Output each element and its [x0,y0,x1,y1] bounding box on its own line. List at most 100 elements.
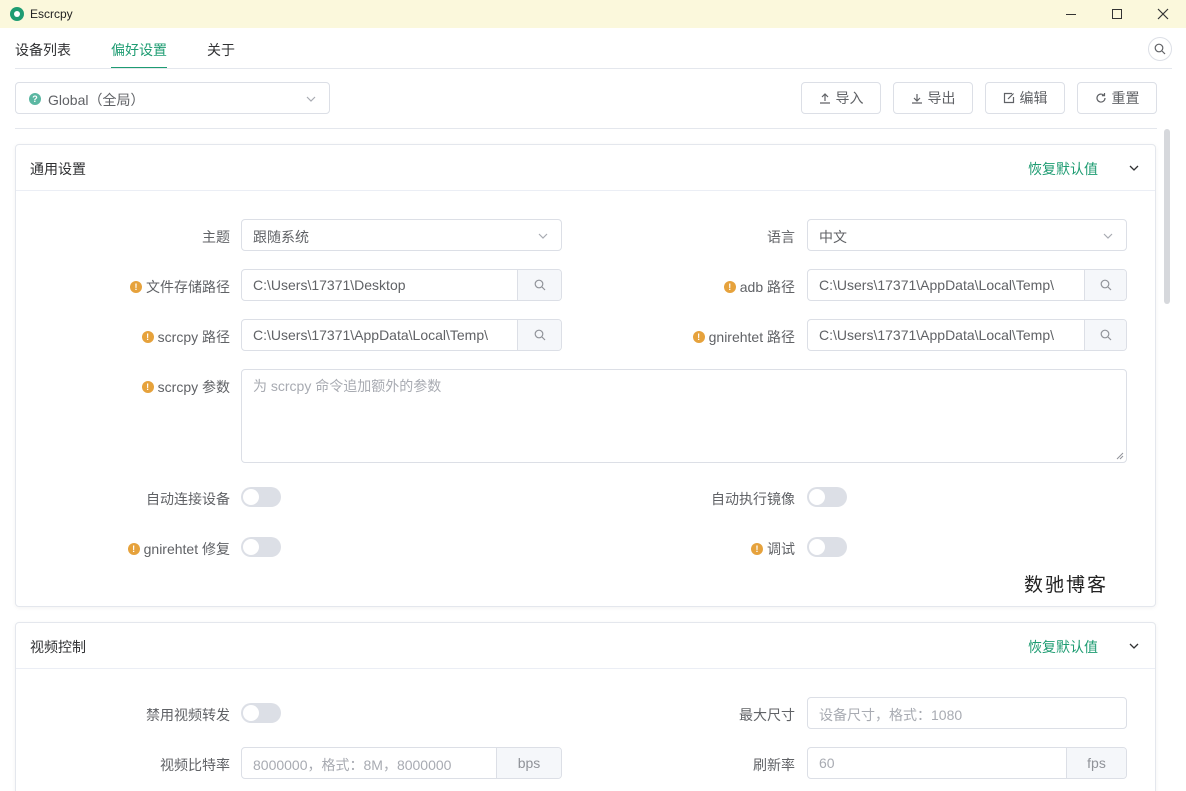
info-icon[interactable]: ! [141,331,154,343]
tabs-divider [15,68,1172,69]
max-size-input[interactable]: 设备尺寸，格式：1080 [807,697,1127,729]
gnirehtet-path-value: C:\Users\17371\AppData\Local\Temp\ [819,327,1055,343]
upload-icon [819,93,830,104]
browse-adb-path-button[interactable] [1084,270,1126,300]
chevron-down-icon[interactable] [1128,640,1140,652]
export-button-label: 导出 [927,90,956,106]
gnirehtet-path-label-text: gnirehtet 路径 [708,329,795,345]
close-icon [1157,8,1169,20]
scope-select-value: Global（全局） [48,92,145,108]
video-control-card: 视频控制 恢复默认值 禁用视频转发 最大尺寸 设备尺寸，格式：1080 视频比特… [15,622,1156,791]
scrcpy-path-value: C:\Users\17371\AppData\Local\Temp\ [253,327,489,343]
toolbar-divider [15,128,1157,129]
theme-select[interactable]: 跟随系统 [241,219,562,251]
auto-mirror-label-text: 自动执行镜像 [711,491,795,507]
search-icon [1154,43,1166,55]
auto-connect-label-text: 自动连接设备 [146,491,230,507]
reset-button[interactable]: 重置 [1077,82,1157,114]
scrcpy-path-input[interactable]: C:\Users\17371\AppData\Local\Temp\ [241,319,562,351]
info-icon[interactable]: ! [127,543,140,555]
bitrate-placeholder: 8000000，格式：8M，8000000 [253,757,452,773]
tab-device-list[interactable]: 设备列表 [15,40,71,60]
search-icon [1100,329,1111,341]
auto-connect-switch[interactable] [241,487,281,507]
disable-video-label: 禁用视频转发 [16,705,230,725]
scrcpy-args-textarea[interactable]: 为 scrcpy 命令追加额外的参数 [241,369,1127,463]
card-title: 视频控制 [30,639,86,655]
search-icon [534,279,545,291]
card-title: 通用设置 [30,161,86,177]
auto-connect-label: 自动连接设备 [16,489,230,509]
maximize-button[interactable] [1094,0,1140,28]
scrcpy-path-label: ! scrcpy 路径 [16,327,230,347]
app-logo-icon [10,7,24,21]
language-select-value: 中文 [819,229,847,245]
info-icon[interactable]: ! [130,281,142,293]
scrcpy-args-label: ! scrcpy 参数 [16,377,230,397]
bitrate-input[interactable]: 8000000，格式：8M，8000000 bps [241,747,562,779]
info-icon[interactable]: ! [723,281,736,293]
chevron-down-icon [538,233,548,239]
gnirehtet-path-input[interactable]: C:\Users\17371\AppData\Local\Temp\ [807,319,1127,351]
browse-scrcpy-path-button[interactable] [517,320,561,350]
scrcpy-args-placeholder: 为 scrcpy 命令追加额外的参数 [253,378,442,394]
chevron-down-icon[interactable] [1128,162,1140,174]
info-icon[interactable]: ! [692,331,705,343]
theme-label: 主题 [16,227,230,247]
auto-mirror-switch[interactable] [807,487,847,507]
max-size-label: 最大尺寸 [596,705,795,725]
save-path-input[interactable]: C:\Users\17371\Desktop [241,269,562,301]
video-control-header[interactable]: 视频控制 恢复默认值 [16,623,1155,669]
tab-about[interactable]: 关于 [207,40,235,60]
help-icon: ? [29,93,41,105]
fps-label: 刷新率 [596,755,795,775]
adb-path-label-text: adb 路径 [739,279,795,295]
general-settings-card: 通用设置 恢复默认值 主题 跟随系统 语言 中文 ! 文件存储路径 C:\Use… [15,144,1156,607]
resize-handle-icon[interactable] [1116,452,1124,460]
general-settings-header[interactable]: 通用设置 恢复默认值 [16,145,1155,191]
browse-save-path-button[interactable] [517,270,561,300]
language-label-text: 语言 [767,229,795,245]
debug-label: ! 调试 [596,539,795,559]
download-icon [911,94,922,104]
fps-unit: fps [1066,748,1126,778]
language-select[interactable]: 中文 [807,219,1127,251]
adb-path-input[interactable]: C:\Users\17371\AppData\Local\Temp\ [807,269,1127,301]
debug-label-text: 调试 [767,541,795,557]
max-size-label-text: 最大尺寸 [739,707,795,723]
save-path-label-text: 文件存储路径 [146,279,230,295]
browse-gnirehtet-path-button[interactable] [1084,320,1126,350]
gnirehtet-fix-label: ! gnirehtet 修复 [16,539,230,559]
edit-icon [1003,92,1014,104]
restore-defaults-link[interactable]: 恢复默认值 [1028,637,1098,657]
tab-preferences[interactable]: 偏好设置 [111,40,167,60]
gnirehtet-fix-switch[interactable] [241,537,281,557]
bitrate-label: 视频比特率 [16,755,230,775]
debug-switch[interactable] [807,537,847,557]
save-path-value: C:\Users\17371\Desktop [253,277,406,293]
theme-label-text: 主题 [202,229,230,245]
search-icon [1100,279,1111,291]
disable-video-label-text: 禁用视频转发 [146,707,230,723]
info-icon[interactable]: ! [751,543,763,555]
export-button[interactable]: 导出 [893,82,973,114]
restore-defaults-link[interactable]: 恢复默认值 [1028,159,1098,179]
scrollbar-thumb[interactable] [1164,129,1170,304]
max-size-placeholder: 设备尺寸，格式：1080 [819,707,963,723]
vertical-scrollbar[interactable] [1160,129,1172,791]
disable-video-switch[interactable] [241,703,281,723]
info-icon[interactable]: ! [141,381,154,393]
edit-button[interactable]: 编辑 [985,82,1065,114]
close-button[interactable] [1140,0,1186,28]
gnirehtet-fix-label-text: gnirehtet 修复 [143,541,230,557]
edit-button-label: 编辑 [1019,90,1048,106]
import-button-label: 导入 [835,90,864,106]
fps-input[interactable]: 60 fps [807,747,1127,779]
minimize-button[interactable] [1048,0,1094,28]
scope-select[interactable]: ? Global（全局） [15,82,330,114]
scrcpy-args-label-text: scrcpy 参数 [157,379,230,395]
search-button[interactable] [1148,37,1172,61]
main-tabs: 设备列表 偏好设置 关于 [0,28,1186,69]
import-button[interactable]: 导入 [801,82,881,114]
watermark-text: 数驰博客 [1024,574,1109,596]
